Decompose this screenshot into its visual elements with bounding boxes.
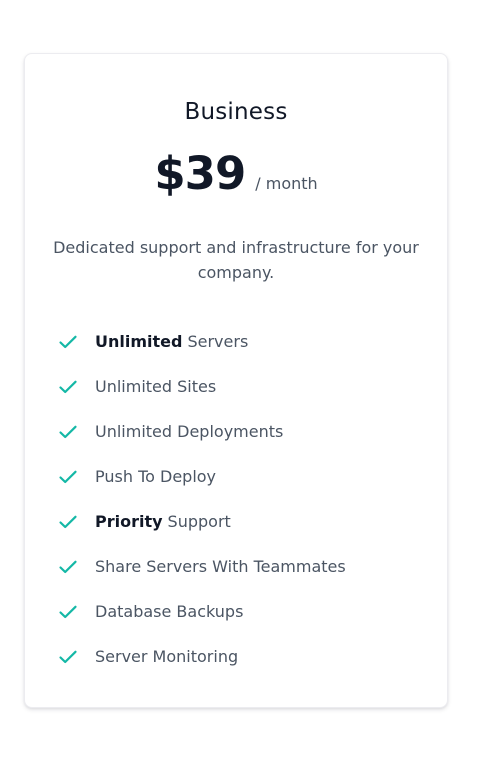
feature-item: Priority Support: [58, 511, 346, 556]
feature-label: Push To Deploy: [95, 467, 217, 486]
feature-item: Server Monitoring: [58, 646, 346, 691]
feature-highlight: Unlimited: [95, 332, 183, 351]
plan-description: Dedicated support and infrastructure for…: [53, 238, 419, 282]
plan-name: Business: [184, 99, 288, 125]
price-row: $39 / month: [25, 146, 447, 202]
feature-label: Unlimited Sites: [95, 377, 217, 396]
feature-list: Unlimited Servers Unlimited Sites Unlimit…: [58, 331, 346, 691]
check-icon: [58, 467, 78, 487]
feature-label: Servers: [187, 332, 249, 351]
feature-label: Unlimited Deployments: [95, 422, 284, 441]
check-icon: [58, 332, 78, 352]
check-icon: [58, 377, 78, 397]
feature-item: Unlimited Sites: [58, 376, 346, 421]
feature-highlight: Priority: [95, 512, 163, 531]
check-icon: [58, 602, 78, 622]
billing-period: / month: [255, 174, 318, 193]
pricing-card: Business $39 / month Dedicated support a…: [24, 53, 448, 708]
feature-item: Push To Deploy: [58, 466, 346, 511]
check-icon: [58, 557, 78, 577]
feature-label: Support: [167, 512, 231, 531]
feature-item: Database Backups: [58, 601, 346, 646]
feature-label: Share Servers With Teammates: [95, 557, 346, 576]
feature-text: Priority Support: [95, 511, 231, 533]
check-icon: [58, 422, 78, 442]
feature-item: Unlimited Deployments: [58, 421, 346, 466]
check-icon: [58, 647, 78, 667]
plan-price: $39: [154, 147, 246, 200]
feature-text: Unlimited Servers: [95, 331, 248, 353]
feature-label: Server Monitoring: [95, 647, 239, 666]
check-icon: [58, 512, 78, 532]
feature-label: Database Backups: [95, 602, 244, 621]
feature-item: Unlimited Servers: [58, 331, 346, 376]
feature-item: Share Servers With Teammates: [58, 556, 346, 601]
